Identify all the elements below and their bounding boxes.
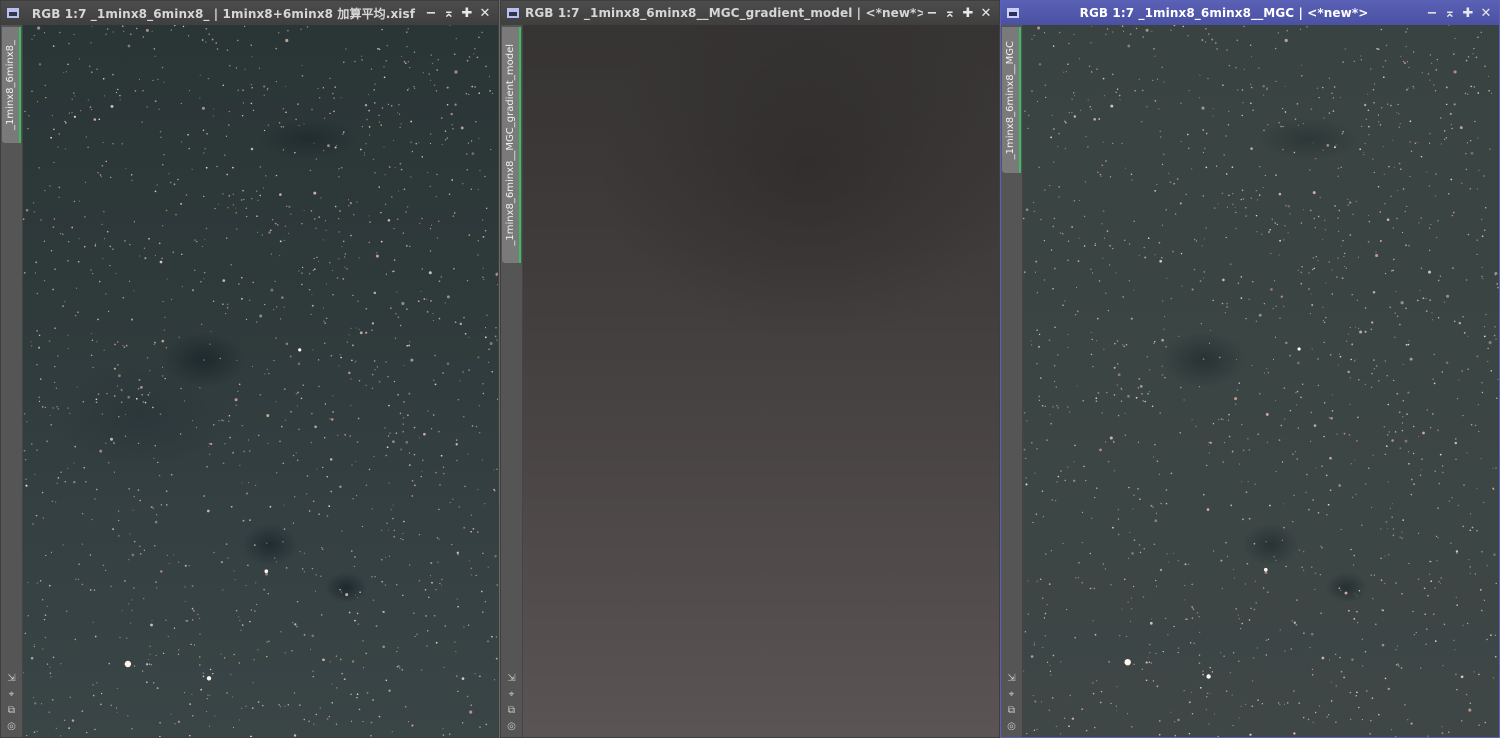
window-title: RGB 1:7 _1minx8_6minx8_ | 1minx8+6minx8 … [31,6,416,21]
view-tab[interactable]: _1minx8_6minx8__MGC_gradient_model [502,27,521,263]
fit-icon[interactable]: ⇲ [506,673,518,685]
gradient-model-image [523,25,999,737]
image-viewport[interactable] [23,25,498,737]
minimize-icon[interactable]: − [1423,3,1441,23]
view-tab[interactable]: _1minx8_6minx8__MGC [1002,27,1021,173]
maximize-icon[interactable]: ✚ [458,3,476,23]
clone-icon[interactable]: ⧉ [1006,705,1018,717]
side-tools: ⇲ ⌖ ⧉ ◎ [4,673,19,733]
image-viewport[interactable] [1023,25,1499,737]
zoom-icon[interactable]: ⌖ [1006,689,1018,701]
close-icon[interactable]: ✕ [476,3,494,23]
window-titlebar[interactable]: RGB 1:7 _1minx8_6minx8__MGC_gradient_mod… [501,1,999,25]
window-icon [7,8,19,18]
close-icon[interactable]: ✕ [977,3,995,23]
window-icon [507,8,519,18]
fit-icon[interactable]: ⇲ [6,673,18,685]
image-window-gradient-model[interactable]: RGB 1:7 _1minx8_6minx8__MGC_gradient_mod… [500,0,1000,738]
maximize-icon[interactable]: ✚ [959,3,977,23]
window-icon [1007,8,1019,18]
image-window-mgc[interactable]: RGB 1:7 _1minx8_6minx8__MGC | <*new*> − … [1000,0,1500,738]
fit-icon[interactable]: ⇲ [1006,673,1018,685]
minimize-icon[interactable]: − [923,3,941,23]
workspace: RGB 1:7 _1minx8_6minx8_ | 1minx8+6minx8 … [0,0,1500,738]
window-title: RGB 1:7 _1minx8_6minx8__MGC | <*new*> [1079,6,1369,20]
shade-icon[interactable]: ⌅ [1441,3,1459,23]
side-tools: ⇲ ⌖ ⧉ ◎ [504,673,519,733]
window-sidebar: _1minx8_6minx8__MGC_gradient_model ⇲ ⌖ ⧉… [501,25,523,737]
image-viewport[interactable] [523,25,999,737]
target-icon[interactable]: ◎ [1006,721,1018,733]
zoom-icon[interactable]: ⌖ [506,689,518,701]
view-tab-label: _1minx8_6minx8__MGC [1005,40,1016,160]
maximize-icon[interactable]: ✚ [1459,3,1477,23]
star-field [1023,25,1499,737]
zoom-icon[interactable]: ⌖ [6,689,18,701]
view-tab[interactable]: _1minx8_6minx8_ [2,27,21,143]
target-icon[interactable]: ◎ [506,721,518,733]
side-tools: ⇲ ⌖ ⧉ ◎ [1004,673,1019,733]
view-tab-label: _1minx8_6minx8__MGC_gradient_model [505,44,516,246]
window-controls: − ⌅ ✚ ✕ [422,3,494,23]
clone-icon[interactable]: ⧉ [506,705,518,717]
shade-icon[interactable]: ⌅ [941,3,959,23]
window-titlebar[interactable]: RGB 1:7 _1minx8_6minx8_ | 1minx8+6minx8 … [1,1,498,25]
shade-icon[interactable]: ⌅ [440,3,458,23]
close-icon[interactable]: ✕ [1477,3,1495,23]
target-icon[interactable]: ◎ [6,721,18,733]
minimize-icon[interactable]: − [422,3,440,23]
clone-icon[interactable]: ⧉ [6,705,18,717]
window-sidebar: _1minx8_6minx8__MGC ⇲ ⌖ ⧉ ◎ [1001,25,1023,737]
star-field [23,25,498,737]
view-tab-label: _1minx8_6minx8_ [5,40,16,130]
window-controls: − ⌅ ✚ ✕ [1423,3,1495,23]
window-sidebar: _1minx8_6minx8_ ⇲ ⌖ ⧉ ◎ [1,25,23,737]
window-title: RGB 1:7 _1minx8_6minx8__MGC_gradient_mod… [525,6,923,20]
image-window-original[interactable]: RGB 1:7 _1minx8_6minx8_ | 1minx8+6minx8 … [0,0,499,738]
window-controls: − ⌅ ✚ ✕ [923,3,995,23]
window-titlebar[interactable]: RGB 1:7 _1minx8_6minx8__MGC | <*new*> − … [1001,1,1499,25]
